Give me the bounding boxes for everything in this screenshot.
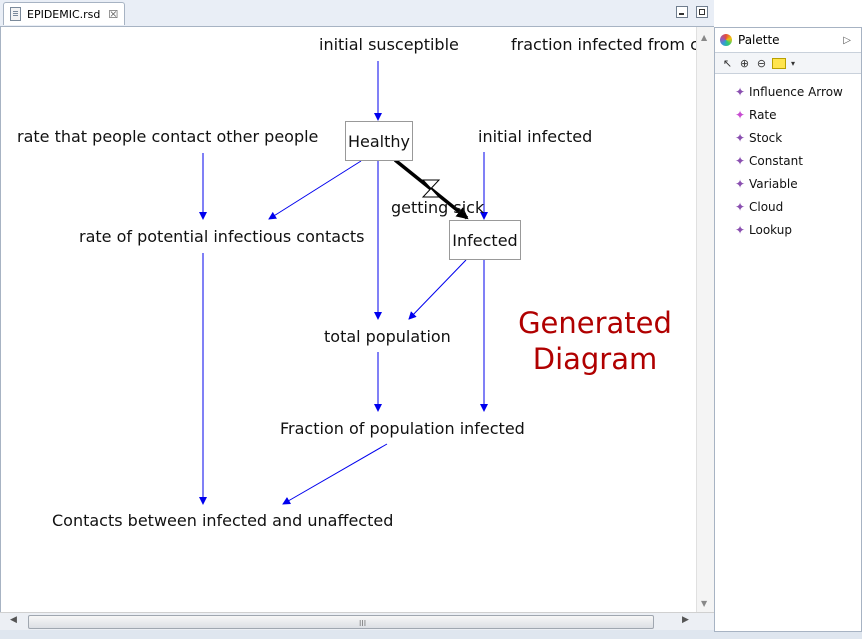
window-controls — [676, 6, 708, 18]
node-fraction-infected-from-cont[interactable]: fraction infected from cont — [511, 35, 725, 54]
scroll-grip: III — [359, 619, 367, 628]
note-dropdown-icon[interactable]: ▾ — [790, 57, 796, 70]
maximize-button[interactable] — [696, 6, 708, 18]
note-icon[interactable] — [772, 57, 786, 69]
stock-healthy[interactable]: Healthy — [345, 121, 413, 161]
vertical-scrollbar[interactable]: ▲ ▼ — [696, 27, 714, 612]
scroll-up-icon[interactable]: ▲ — [701, 33, 707, 42]
node-contacts-between[interactable]: Contacts between infected and unaffected — [52, 511, 393, 530]
zoom-out-icon[interactable]: ⊖ — [755, 57, 768, 70]
tab-close-icon[interactable]: ☒ — [108, 8, 118, 21]
palette-header: Palette ▷ — [715, 28, 861, 52]
scroll-right-icon[interactable]: ▶ — [682, 615, 689, 625]
palette-item-label: Cloud — [749, 199, 784, 214]
constant-icon: ✦ — [735, 153, 746, 168]
minimize-button[interactable] — [676, 6, 688, 18]
stock-infected-label: Infected — [452, 230, 518, 250]
scroll-left-icon[interactable]: ◀ — [10, 615, 17, 625]
node-initial-infected[interactable]: initial infected — [478, 127, 592, 146]
tab-label: EPIDEMIC.rsd — [27, 7, 101, 21]
diagram-canvas[interactable]: initial susceptible fraction infected fr… — [0, 27, 725, 613]
palette-items: ✦ Influence Arrow ✦ Rate ✦ Stock ✦ Const… — [715, 74, 861, 241]
node-fraction-population-infected[interactable]: Fraction of population infected — [280, 419, 525, 438]
stock-infected[interactable]: Infected — [449, 220, 521, 260]
editor-tab-epidemic[interactable]: EPIDEMIC.rsd ☒ — [3, 2, 125, 25]
palette-item-constant[interactable]: ✦ Constant — [715, 149, 861, 172]
palette-item-variable[interactable]: ✦ Variable — [715, 172, 861, 195]
palette-item-label: Variable — [749, 176, 798, 191]
select-arrow-icon[interactable]: ↖ — [721, 57, 734, 70]
palette-toolbar: ↖ ⊕ ⊖ ▾ — [715, 52, 861, 74]
rate-getting-sick[interactable]: getting sick — [391, 198, 484, 217]
node-rate-potential[interactable]: rate of potential infectious contacts — [79, 227, 365, 246]
horizontal-scrollbar[interactable]: ◀ III ▶ — [0, 612, 714, 630]
arrow-fraction-to-contacts — [282, 443, 388, 505]
rate-icon: ✦ — [735, 107, 746, 122]
influence-arrow-icon: ✦ — [735, 84, 746, 99]
arrow-healthy-to-rate-potential — [268, 160, 362, 220]
palette-item-cloud[interactable]: ✦ Cloud — [715, 195, 861, 218]
palette-icon — [720, 34, 732, 46]
stock-healthy-label: Healthy — [347, 131, 410, 151]
palette-item-label: Influence Arrow — [749, 84, 843, 99]
cloud-icon: ✦ — [735, 199, 746, 214]
rate-valve-icon — [421, 179, 441, 198]
palette-item-rate[interactable]: ✦ Rate — [715, 103, 861, 126]
node-rate-contact[interactable]: rate that people contact other people — [17, 127, 318, 146]
node-initial-susceptible[interactable]: initial susceptible — [319, 35, 459, 54]
palette-item-label: Lookup — [749, 222, 792, 237]
palette-item-influence-arrow[interactable]: ✦ Influence Arrow — [715, 80, 861, 103]
palette-item-stock[interactable]: ✦ Stock — [715, 126, 861, 149]
stock-icon: ✦ — [735, 130, 746, 145]
palette-item-label: Constant — [749, 153, 803, 168]
zoom-in-icon[interactable]: ⊕ — [738, 57, 751, 70]
lookup-icon: ✦ — [735, 222, 746, 237]
palette-item-label: Stock — [749, 130, 783, 145]
node-total-population[interactable]: total population — [324, 327, 451, 346]
variable-icon: ✦ — [735, 176, 746, 191]
palette-item-label: Rate — [749, 107, 777, 122]
generated-diagram-watermark: Generated Diagram — [495, 305, 695, 377]
watermark-line-2: Diagram — [532, 342, 658, 376]
editor-tab-bar: EPIDEMIC.rsd ☒ — [0, 0, 714, 27]
watermark-line-1: Generated — [518, 306, 672, 340]
scroll-down-icon[interactable]: ▼ — [701, 599, 707, 608]
arrow-infected-to-total-population — [408, 259, 467, 320]
palette-collapse-icon[interactable]: ▷ — [843, 35, 851, 46]
file-icon — [10, 7, 21, 21]
palette-title: Palette — [738, 33, 780, 47]
palette-panel: Palette ▷ ↖ ⊕ ⊖ ▾ ✦ Influence Arrow ✦ Ra… — [714, 27, 862, 632]
horizontal-scroll-thumb[interactable]: III — [28, 615, 654, 629]
palette-item-lookup[interactable]: ✦ Lookup — [715, 218, 861, 241]
